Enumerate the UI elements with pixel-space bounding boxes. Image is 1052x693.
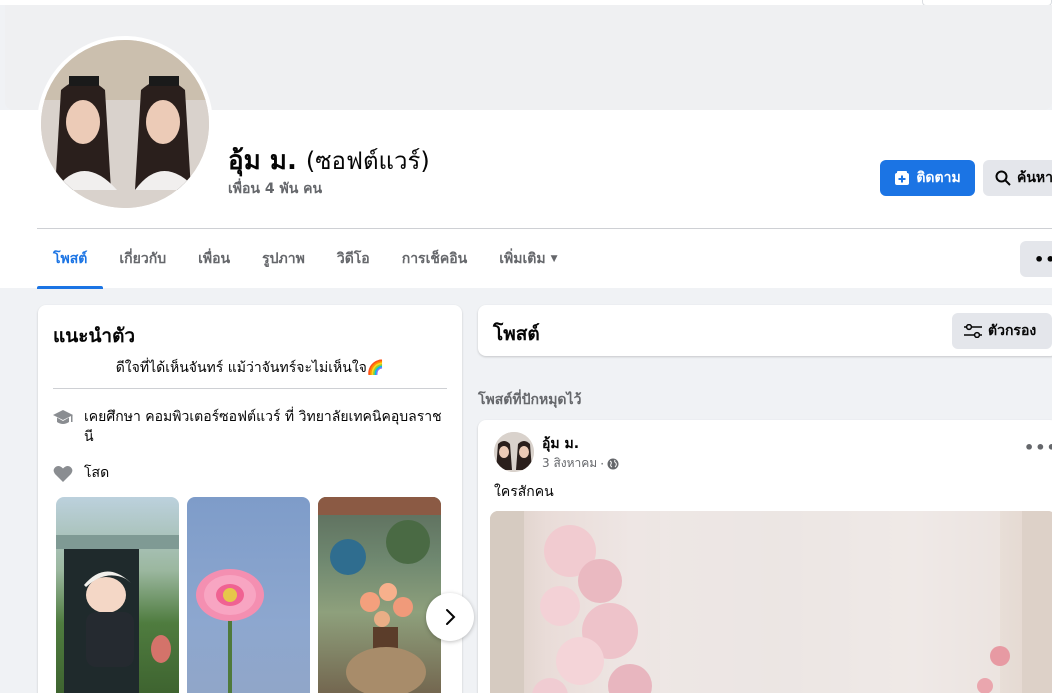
profile-picture-image <box>41 40 209 208</box>
profile-name: อุ้ม ม. (ซอฟต์แวร์) <box>228 140 430 181</box>
education-item: เคยศึกษา คอมพิวเตอร์ซอฟต์แวร์ ที่ วิทยาล… <box>52 407 442 447</box>
profile-name-text: อุ้ม ม. <box>228 146 297 176</box>
relationship-item: โสด <box>52 463 109 485</box>
tab-photos[interactable]: รูปภาพ <box>246 229 321 289</box>
graduation-cap-icon <box>52 407 74 429</box>
profile-alternate-name: (ซอฟต์แวร์) <box>305 147 430 175</box>
tab-label: เพื่อน <box>198 251 231 267</box>
intro-card: แนะนำตัว ดีใจที่ได้เห็นจันทร์ แม้ว่าจันท… <box>38 305 462 693</box>
follow-button[interactable]: ติดตาม <box>880 160 975 196</box>
follow-button-label: ติดตาม <box>916 170 961 186</box>
post-text: ใครสักคน <box>494 484 554 500</box>
heart-icon <box>52 463 74 485</box>
meta-separator: · <box>600 456 605 471</box>
tab-label: เพิ่มเติม <box>499 251 546 267</box>
post-date[interactable]: 3 สิงหาคม <box>542 454 597 473</box>
filter-icon <box>964 324 982 338</box>
tab-checkins[interactable]: การเช็คอิน <box>386 229 484 289</box>
tab-label: เกี่ยวกับ <box>119 251 167 267</box>
post-author-avatar[interactable] <box>494 432 534 472</box>
profile-tabs: โพสต์ เกี่ยวกับ เพื่อน รูปภาพ วิดีโอ การ… <box>37 229 574 289</box>
post-image[interactable] <box>490 511 1052 693</box>
globe-icon <box>607 458 619 469</box>
tab-posts[interactable]: โพสต์ <box>37 229 104 289</box>
more-options-button[interactable]: ••• <box>1020 241 1052 277</box>
follow-icon <box>895 171 910 185</box>
tab-label: โพสต์ <box>53 251 88 267</box>
featured-photo[interactable] <box>56 497 179 693</box>
featured-photo[interactable] <box>318 497 441 693</box>
search-icon <box>995 170 1011 186</box>
tab-videos[interactable]: วิดีโอ <box>321 229 386 289</box>
post-meta: 3 สิงหาคม · <box>542 454 619 473</box>
tab-label: การเช็คอิน <box>401 251 468 267</box>
education-text: เคยศึกษา คอมพิวเตอร์ซอฟต์แวร์ ที่ วิทยาล… <box>84 409 442 445</box>
tab-about[interactable]: เกี่ยวกับ <box>103 229 182 289</box>
intro-divider <box>53 388 447 389</box>
filter-button[interactable]: ตัวกรอง <box>952 313 1052 349</box>
pinned-posts-label: โพสต์ที่ปักหมุดไว้ <box>478 392 582 408</box>
search-button-label: ค้นหา <box>1017 170 1052 186</box>
search-button[interactable]: ค้นหา <box>983 160 1052 196</box>
tab-friends[interactable]: เพื่อน <box>182 229 246 289</box>
intro-bio: ดีใจที่ได้เห็นจันทร์ แม้ว่าจันทร์จะไม่เห… <box>115 360 385 376</box>
relationship-text: โสด <box>84 465 110 481</box>
filter-button-label: ตัวกรอง <box>988 323 1037 339</box>
featured-photos <box>56 497 442 693</box>
post-options-icon[interactable]: ••• <box>1024 438 1052 457</box>
tab-label: รูปภาพ <box>262 251 305 267</box>
next-photo-button[interactable] <box>426 593 474 641</box>
caret-down-icon: ▼ <box>550 254 558 264</box>
chevron-right-icon <box>446 609 456 625</box>
tab-label: วิดีโอ <box>336 251 370 267</box>
featured-photo[interactable] <box>187 497 310 693</box>
more-options-icon: ••• <box>1034 249 1052 269</box>
posts-header: โพสต์ ตัวกรอง <box>478 305 1052 356</box>
tab-more[interactable]: เพิ่มเติม ▼ <box>483 229 573 289</box>
posts-title: โพสต์ <box>493 323 540 345</box>
post-author-name[interactable]: อุ้ม ม. <box>542 433 579 455</box>
profile-picture[interactable] <box>37 36 213 212</box>
intro-title: แนะนำตัว <box>53 325 136 347</box>
friend-count[interactable]: เพื่อน 4 พัน คน <box>228 178 322 200</box>
pinned-post: อุ้ม ม. 3 สิงหาคม · ••• ใครสักคน <box>478 420 1052 693</box>
